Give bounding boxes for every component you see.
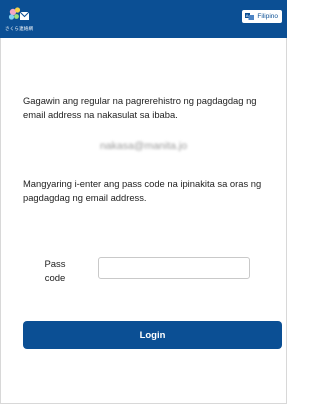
login-button[interactable]: Login (23, 321, 282, 349)
language-button[interactable]: A Filipino (242, 10, 282, 23)
registration-instruction: Gagawin ang regular na pagrerehistro ng … (23, 95, 257, 120)
svg-text:A: A (246, 13, 249, 18)
app-logo: さくら連絡網 (5, 6, 35, 34)
app-header: さくら連絡網 A Filipino (0, 0, 287, 38)
pass-code-input[interactable] (98, 257, 250, 279)
sakura-logo-icon (8, 7, 30, 20)
pass-code-instruction: Mangyaring i-enter ang pass code na ipin… (23, 178, 262, 203)
translate-icon: A (245, 13, 255, 20)
pass-code-label: Pass code (44, 259, 66, 284)
logo-text: さくら連絡網 (5, 26, 34, 31)
email-address: nakasa@manita.jo (99, 140, 188, 152)
language-label: Filipino (257, 13, 278, 20)
